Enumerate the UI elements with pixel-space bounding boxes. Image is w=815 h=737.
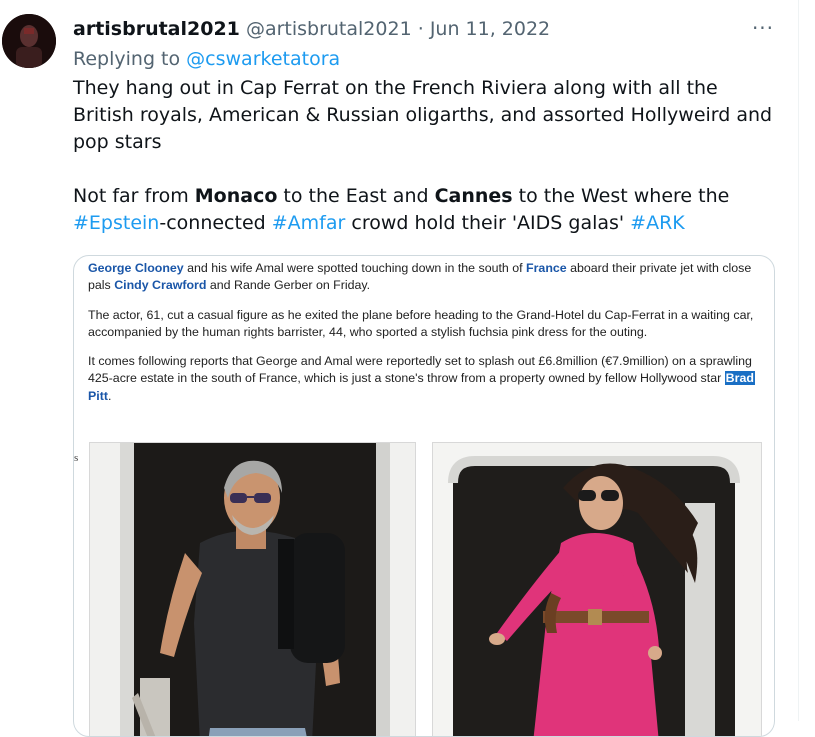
replying-to-mention[interactable]: @cswarketatora xyxy=(186,48,340,70)
article-text: . xyxy=(107,388,112,403)
article-text: and his wife Amal were spotted touching … xyxy=(183,261,527,275)
bold-monaco: Monaco xyxy=(194,185,278,207)
article-paragraph-1: George Clooney and his wife Amal were sp… xyxy=(88,260,758,295)
article-screenshot-text: George Clooney and his wife Amal were sp… xyxy=(88,260,758,417)
avatar[interactable] xyxy=(2,14,56,68)
text-segment: crowd hold their 'AIDS galas' xyxy=(345,212,631,234)
article-paragraph-3: It comes following reports that George a… xyxy=(88,353,758,405)
tweet-paragraph-1: They hang out in Cap Ferrat on the Frenc… xyxy=(73,77,773,153)
article-link: France xyxy=(526,261,567,275)
replying-to: Replying to @cswarketatora xyxy=(73,45,340,73)
tweet-paragraph-2: Not far from Monaco to the East and Cann… xyxy=(73,183,773,237)
article-side-mark: s xyxy=(74,452,79,464)
tweet-text: They hang out in Cap Ferrat on the Frenc… xyxy=(73,75,773,237)
tweet-date[interactable]: Jun 11, 2022 xyxy=(430,18,550,40)
tweet-header: artisbrutal2021 @artisbrutal2021 · Jun 1… xyxy=(73,15,550,43)
separator: · xyxy=(417,18,424,40)
article-link: George Clooney xyxy=(88,261,184,275)
tweet-media-image[interactable]: George Clooney and his wife Amal were sp… xyxy=(73,255,775,737)
text-segment: Not far from xyxy=(73,185,195,207)
text-segment: to the West where the xyxy=(512,185,730,207)
text-segment: -connected xyxy=(159,212,272,234)
user-handle[interactable]: @artisbrutal2021 xyxy=(246,18,412,40)
timeline-border xyxy=(798,0,799,721)
hashtag-epstein[interactable]: #Epstein xyxy=(73,212,159,234)
article-text: and Rande Gerber on Friday. xyxy=(206,278,371,293)
replying-to-label: Replying to xyxy=(73,48,181,70)
text-segment: to the East and xyxy=(277,185,435,207)
hashtag-amfar[interactable]: #Amfar xyxy=(272,212,346,234)
article-link: Cindy Crawford xyxy=(114,278,207,293)
more-horizontal-icon[interactable]: ··· xyxy=(748,14,778,42)
article-text: It comes following reports that George a… xyxy=(88,354,752,386)
article-highlight: Brad xyxy=(724,371,755,386)
hashtag-ark[interactable]: #ARK xyxy=(630,212,685,234)
photo-man-exiting-plane xyxy=(89,442,416,736)
photo-woman-exiting-plane xyxy=(432,442,762,736)
article-paragraph-2: The actor, 61, cut a casual figure as he… xyxy=(88,307,754,339)
article-link: Pitt xyxy=(88,388,108,403)
display-name[interactable]: artisbrutal2021 xyxy=(73,18,240,40)
bold-cannes: Cannes xyxy=(434,185,513,207)
